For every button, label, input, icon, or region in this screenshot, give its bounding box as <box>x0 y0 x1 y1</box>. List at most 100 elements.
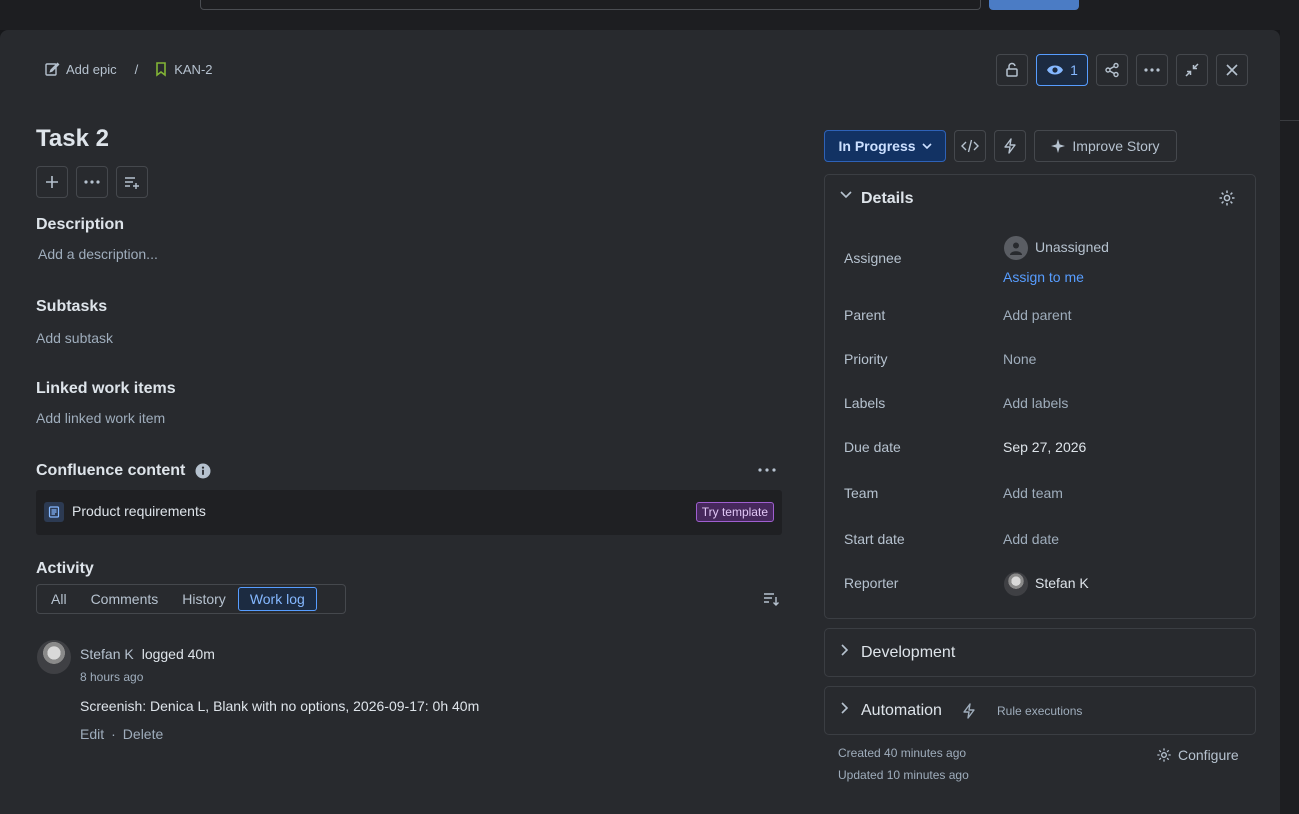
share-icon <box>1104 62 1120 78</box>
parent-value[interactable]: Add parent <box>1003 307 1072 323</box>
chevron-right-icon <box>841 702 849 714</box>
priority-label: Priority <box>844 351 888 367</box>
edit-icon <box>44 61 60 77</box>
automation-heading: Automation <box>861 702 942 719</box>
top-search-input[interactable] <box>200 0 981 10</box>
action-separator: · <box>111 726 116 742</box>
close-icon <box>1225 63 1239 77</box>
confluence-item-label: Product requirements <box>72 503 206 519</box>
lock-icon <box>1004 62 1020 78</box>
more-icon <box>84 180 100 184</box>
add-button[interactable] <box>36 166 68 198</box>
details-heading: Details <box>861 190 914 207</box>
parent-label: Parent <box>844 307 886 323</box>
automation-toggle[interactable] <box>841 702 849 714</box>
rule-executions-link[interactable]: Rule executions <box>997 704 1082 718</box>
info-icon[interactable] <box>195 463 211 479</box>
top-create-button[interactable] <box>989 0 1079 10</box>
confluence-item[interactable]: Product requirements Try template <box>36 490 782 535</box>
collapse-icon <box>1184 62 1200 78</box>
chevron-down-icon <box>921 143 932 149</box>
reporter-value[interactable]: Stefan K <box>1035 575 1089 591</box>
tab-history[interactable]: History <box>170 587 238 611</box>
linked-items-heading: Linked work items <box>36 380 176 397</box>
labels-value[interactable]: Add labels <box>1003 395 1068 411</box>
more-icon <box>758 468 776 472</box>
share-button[interactable] <box>1096 54 1128 86</box>
tab-comments[interactable]: Comments <box>79 587 171 611</box>
status-dropdown[interactable]: In Progress <box>824 130 946 162</box>
add-checklist-button[interactable] <box>116 166 148 198</box>
minimize-button[interactable] <box>1176 54 1208 86</box>
assignee-value[interactable]: Unassigned <box>1035 239 1109 255</box>
reporter-avatar <box>1004 572 1028 596</box>
activity-tabs: All Comments History Work log <box>36 584 346 614</box>
subtasks-heading: Subtasks <box>36 298 108 315</box>
details-settings-button[interactable] <box>1218 189 1236 207</box>
code-button[interactable] <box>954 130 986 162</box>
lightning-icon <box>963 703 975 719</box>
plus-icon <box>45 175 59 189</box>
delete-link[interactable]: Delete <box>123 726 163 742</box>
details-toggle[interactable] <box>840 191 852 199</box>
lock-button[interactable] <box>996 54 1028 86</box>
lightning-icon <box>1004 138 1016 154</box>
issue-title[interactable]: Task 2 <box>36 125 109 153</box>
worklog-author[interactable]: Stefan K <box>80 646 134 662</box>
improve-story-button[interactable]: Improve Story <box>1034 130 1177 162</box>
created-timestamp: Created 40 minutes ago <box>838 746 967 760</box>
team-label: Team <box>844 485 879 501</box>
worklog-header: Stefan K logged 40m <box>80 646 215 662</box>
automation-button[interactable] <box>994 130 1026 162</box>
try-template-button[interactable]: Try template <box>695 502 774 522</box>
add-subtask-link[interactable]: Add subtask <box>36 330 113 346</box>
gear-icon <box>1156 747 1172 763</box>
description-field[interactable]: Add a description... <box>38 246 158 262</box>
edit-link[interactable]: Edit <box>80 726 104 742</box>
sort-icon <box>762 591 780 607</box>
add-epic-link[interactable]: Add epic <box>66 62 117 77</box>
team-value[interactable]: Add team <box>1003 485 1063 501</box>
worklog-actions: Edit · Delete <box>80 726 163 742</box>
avatar <box>37 640 71 674</box>
confluence-more-button[interactable] <box>758 468 776 472</box>
tab-all[interactable]: All <box>39 587 79 611</box>
code-icon <box>961 139 979 153</box>
start-date-value[interactable]: Add date <box>1003 531 1059 547</box>
issue-more-button[interactable] <box>76 166 108 198</box>
bookmark-icon <box>154 61 168 77</box>
watch-button[interactable]: 1 <box>1036 54 1088 86</box>
priority-value[interactable]: None <box>1003 351 1036 367</box>
worklog-text: Screenish: Denica L, Blank with no optio… <box>80 698 480 714</box>
chevron-down-icon <box>840 191 852 199</box>
labels-label: Labels <box>844 395 886 411</box>
improve-story-label: Improve Story <box>1072 138 1160 154</box>
worklog-time: 8 hours ago <box>80 670 144 684</box>
configure-button[interactable]: Configure <box>1156 747 1239 763</box>
configure-label: Configure <box>1178 747 1239 763</box>
description-heading: Description <box>36 216 125 233</box>
assign-to-me-link[interactable]: Assign to me <box>1003 269 1084 285</box>
worklog-action: logged 40m <box>141 646 215 662</box>
breadcrumb: Add epic / KAN-2 <box>44 61 213 77</box>
issue-key-link[interactable]: KAN-2 <box>174 62 212 77</box>
add-linked-item-link[interactable]: Add linked work item <box>36 410 165 426</box>
issue-modal: Add epic / KAN-2 1 Task 2 Description Ad… <box>0 30 1280 814</box>
confluence-heading: Confluence content <box>36 462 211 480</box>
eye-icon <box>1046 63 1064 77</box>
due-date-value[interactable]: Sep 27, 2026 <box>1003 439 1086 455</box>
activity-heading: Activity <box>36 560 94 577</box>
more-actions-button[interactable] <box>1136 54 1168 86</box>
development-heading: Development <box>861 644 956 661</box>
page-icon <box>44 502 64 522</box>
list-add-icon <box>123 174 141 190</box>
tab-work-log[interactable]: Work log <box>237 587 317 611</box>
close-button[interactable] <box>1216 54 1248 86</box>
gear-icon <box>1218 189 1236 207</box>
chevron-right-icon <box>841 644 849 656</box>
person-icon <box>1009 241 1023 255</box>
development-toggle[interactable] <box>841 644 849 656</box>
sort-button[interactable] <box>762 591 780 607</box>
app-top-bar <box>0 0 1299 30</box>
updated-timestamp: Updated 10 minutes ago <box>838 768 969 782</box>
